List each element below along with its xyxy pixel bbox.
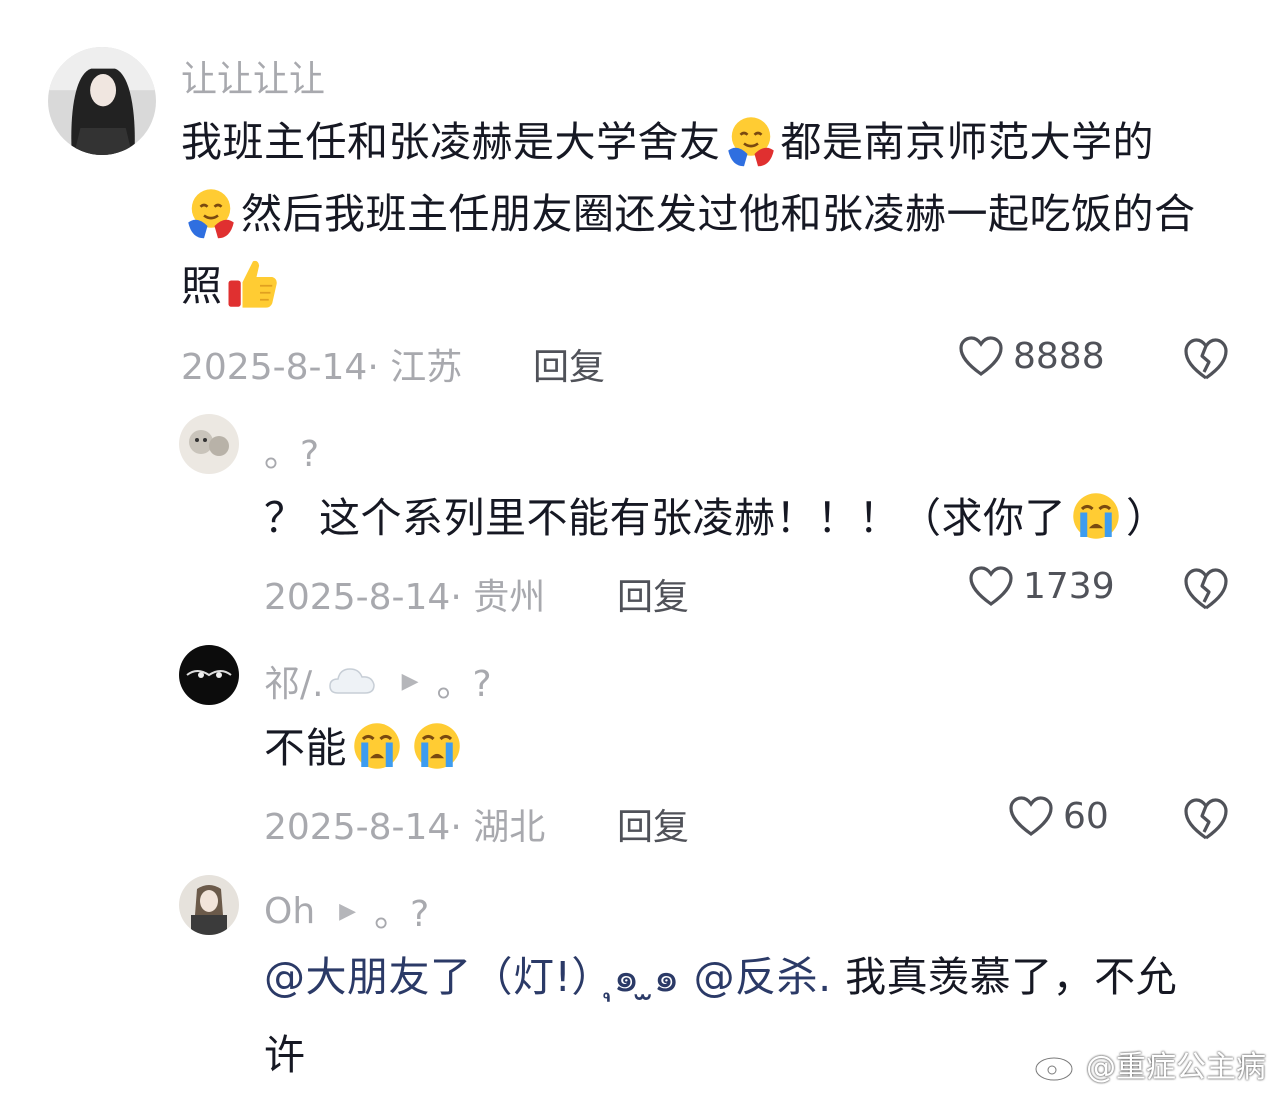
comment-date: 2025-8-14 [181,347,368,388]
comment-location: 江苏 [390,347,463,388]
broken-heart-icon [1184,568,1228,610]
hugging-face-emoji [723,112,779,168]
username[interactable]: 让让让让 [181,50,325,102]
watermark-text: @重症公主病 [1086,1050,1266,1085]
comment-text: 不能 [264,712,1244,784]
reply-button[interactable]: 回复 [617,798,689,850]
loudly-crying-face-emoji [349,718,405,774]
dislike-button[interactable] [1182,566,1230,612]
username-row: Oh ▶ 。? [264,885,429,937]
reply-arrow-icon: ▶ [339,898,357,924]
comment-meta: 2025-8-14· 江苏 [181,338,462,390]
loudly-crying-face-emoji [409,718,465,774]
dislike-button[interactable] [1182,796,1230,842]
comment-location: 湖北 [473,807,546,848]
watermark: @重症公主病 [1032,1042,1266,1086]
mention-link[interactable]: @反杀. [694,953,832,1001]
separator: · [450,807,474,848]
broken-heart-icon [1184,338,1228,380]
reply-button[interactable]: 回复 [617,568,689,620]
like-button[interactable]: 60 [1007,794,1109,838]
thumbs-up-emoji [225,256,281,312]
mention-link[interactable]: @大朋友了（灯!）ุ๑ ̫๑ [264,953,680,1001]
broken-heart-icon [1184,798,1228,840]
weibo-logo-icon [1034,1049,1077,1082]
comment-location: 贵州 [473,577,546,618]
username[interactable]: 祁/. [264,655,324,707]
loudly-crying-face-emoji [1068,488,1124,544]
avatar[interactable] [179,645,239,705]
heart-icon [969,566,1013,606]
comment-text: ？ 这个系列里不能有张凌赫！！！（求你了 ） [264,482,1244,554]
hugging-face-emoji [183,184,239,240]
comment-meta: 2025-8-14· 湖北 [264,798,545,850]
comment-date: 2025-8-14 [264,807,451,848]
like-count: 1739 [1023,565,1115,607]
comment-text: 我班主任和张凌赫是大学舍友 都是南京师范大学的 然后我班主任朋友圈还发过他和张凌… [181,106,1211,322]
like-button[interactable]: 8888 [957,334,1105,378]
username[interactable]: 。? [264,425,319,477]
reply-button[interactable]: 回复 [533,338,605,390]
heart-icon [959,336,1003,376]
avatar[interactable] [179,875,239,935]
username-row: 祁/. ▶ 。? [264,655,492,707]
reply-target[interactable]: 。? [437,655,492,707]
like-count: 60 [1063,795,1109,837]
reply-arrow-icon: ▶ [401,668,419,694]
comment-date: 2025-8-14 [264,577,451,618]
reply-target[interactable]: 。? [374,885,429,937]
separator: · [450,577,474,618]
separator: · [367,347,391,388]
like-count: 8888 [1013,335,1105,377]
comment-meta: 2025-8-14· 贵州 [264,568,545,620]
avatar[interactable] [179,414,239,474]
avatar[interactable] [48,47,156,155]
cloud-emoji [328,665,378,697]
dislike-button[interactable] [1182,336,1230,382]
username[interactable]: Oh [264,891,315,932]
heart-icon [1009,796,1053,836]
like-button[interactable]: 1739 [967,564,1115,608]
